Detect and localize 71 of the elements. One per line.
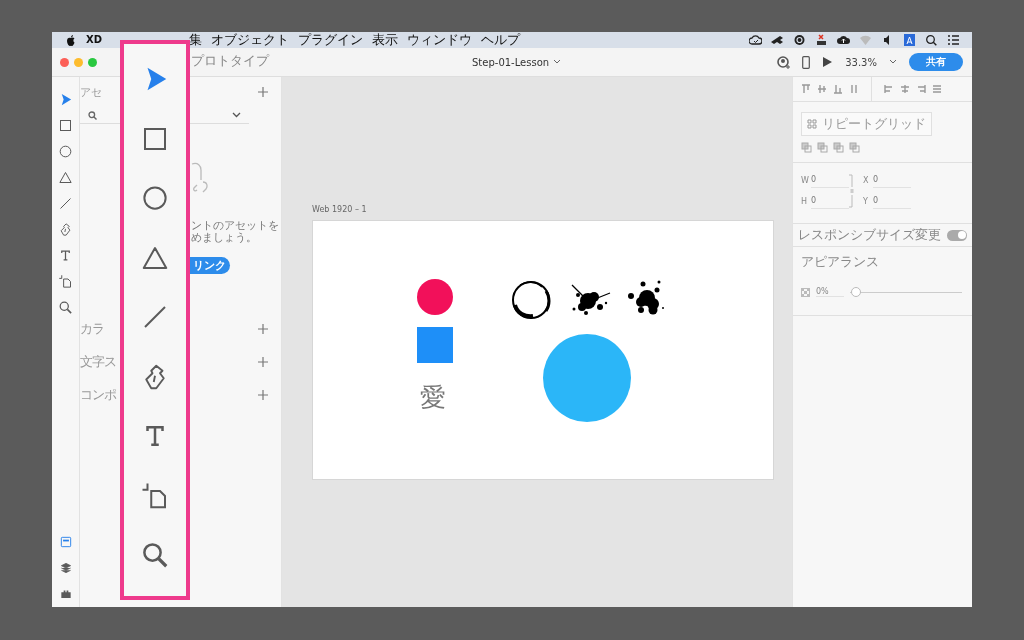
menu-item[interactable]: ヘルプ <box>481 32 520 48</box>
toggle-switch[interactable] <box>947 229 967 241</box>
section-title[interactable]: 文字ス <box>80 352 116 371</box>
line-tool-icon[interactable] <box>58 195 73 211</box>
empty-message-line: めましょう。 <box>191 232 258 244</box>
menu-item[interactable]: 集 <box>189 32 202 48</box>
text-glyph[interactable]: 愛 <box>420 384 446 410</box>
field-label: H <box>801 197 808 206</box>
phone-icon[interactable] <box>802 55 811 69</box>
artboard[interactable]: 愛 <box>312 220 774 480</box>
layers-icon[interactable] <box>58 561 73 575</box>
ink-splatter-drawing <box>571 284 611 315</box>
search-icon[interactable] <box>88 110 97 120</box>
drive-error-icon[interactable] <box>815 34 828 46</box>
plus-icon[interactable] <box>258 87 268 97</box>
field-label: Y <box>863 197 869 206</box>
menu-item[interactable]: ウィンドウ <box>407 32 472 48</box>
share-button[interactable]: 共有 <box>909 53 963 71</box>
ellipse-tool-icon[interactable] <box>140 183 170 213</box>
close-button[interactable] <box>60 57 69 67</box>
circle-shape[interactable] <box>417 279 453 315</box>
caret-icon[interactable] <box>232 112 241 118</box>
artboard-label[interactable]: Web 1920 – 1 <box>312 205 367 214</box>
search-icon[interactable] <box>925 34 938 46</box>
x-field[interactable]: 0 <box>873 173 911 188</box>
brush-circle-drawing <box>512 281 551 319</box>
y-field[interactable]: 0 <box>873 194 911 209</box>
plus-icon[interactable] <box>258 356 268 367</box>
cloud-upload-icon[interactable] <box>837 34 850 46</box>
plus-icon[interactable] <box>258 389 268 400</box>
list-icon[interactable] <box>947 34 960 46</box>
setting-label: レスポンシブサイズ変更 <box>798 226 941 244</box>
width-field[interactable]: 0 <box>811 173 849 188</box>
field-label: X <box>863 176 870 185</box>
section-title[interactable]: コンポ <box>80 385 116 404</box>
rectangle-tool-icon[interactable] <box>58 117 73 133</box>
mode-tab[interactable]: プロトタイプ <box>191 50 269 74</box>
magnifier-icon[interactable] <box>140 540 170 570</box>
artboard-tool-icon[interactable] <box>58 273 73 289</box>
height-field[interactable]: 0 <box>811 194 849 209</box>
opacity-field[interactable]: 0% <box>816 287 844 297</box>
plus-icon[interactable] <box>258 323 268 334</box>
slider-thumb[interactable] <box>851 287 861 297</box>
caret-icon[interactable] <box>889 59 897 65</box>
apple-icon[interactable] <box>66 34 76 46</box>
play-icon[interactable] <box>822 56 834 68</box>
section-title[interactable]: カラ <box>80 319 104 338</box>
empty-message-line: ントのアセットを <box>191 220 280 232</box>
pen-tool-icon[interactable] <box>58 221 73 237</box>
assets-panel-icon[interactable] <box>58 535 73 549</box>
panel-title: アセ <box>80 84 102 100</box>
zoom-level[interactable]: 33.3% <box>845 56 877 68</box>
grid-icon <box>807 119 817 129</box>
opacity-icon <box>801 287 810 297</box>
link-button[interactable]: リンク <box>188 257 230 274</box>
magnifier-icon[interactable] <box>58 299 73 315</box>
menu-item[interactable]: オブジェクト <box>211 32 289 48</box>
input-source-icon[interactable] <box>903 34 916 46</box>
field-label: W <box>801 176 810 185</box>
menu-item[interactable]: プラグイン <box>298 32 363 48</box>
ellipse-tool-icon[interactable] <box>58 143 73 159</box>
document-title[interactable]: Step-01-Lesson <box>472 56 550 68</box>
menu-item[interactable]: 表示 <box>372 32 398 48</box>
app-name[interactable]: XD <box>86 32 102 48</box>
section-title: アピアランス <box>801 253 880 271</box>
cloud-check-icon[interactable] <box>749 34 762 46</box>
repeat-grid-button[interactable]: リピートグリッド <box>801 112 932 136</box>
creative-cloud-icon[interactable] <box>793 34 806 46</box>
caret-icon[interactable] <box>553 59 562 65</box>
triangle-tool-icon[interactable] <box>58 169 73 185</box>
ink-splatter-drawing <box>628 280 664 315</box>
